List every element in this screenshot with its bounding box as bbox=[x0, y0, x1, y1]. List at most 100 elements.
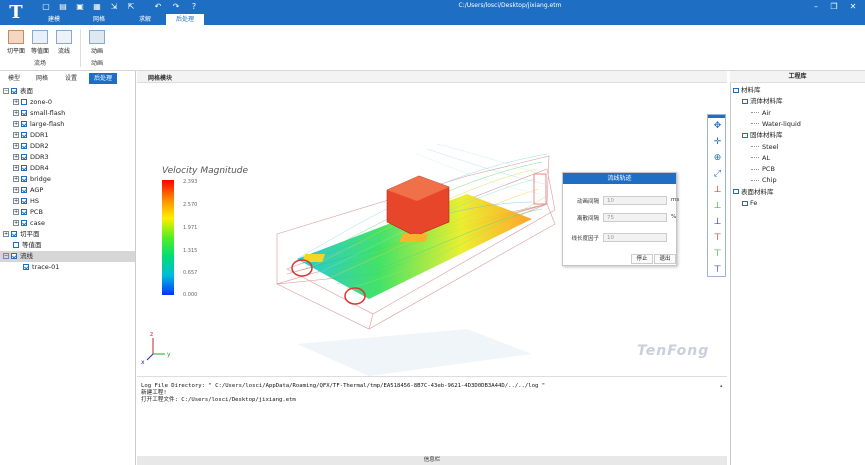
exit-button[interactable]: 退出 bbox=[654, 254, 676, 264]
tree-item[interactable]: 等值面 bbox=[0, 240, 135, 251]
import-icon[interactable]: ⇲ bbox=[108, 2, 120, 12]
toolbar-handle[interactable] bbox=[708, 115, 725, 118]
new-file-icon[interactable]: ▢ bbox=[40, 2, 52, 12]
expand-toggle-icon[interactable]: + bbox=[13, 132, 19, 138]
tree-item[interactable]: + DDR3 bbox=[0, 152, 135, 163]
stop-button[interactable]: 停止 bbox=[631, 254, 653, 264]
expand-toggle-icon[interactable]: + bbox=[13, 99, 19, 105]
tree-item[interactable]: trace-01 bbox=[0, 262, 135, 273]
visibility-checkbox[interactable] bbox=[21, 198, 27, 204]
expand-toggle-icon[interactable]: + bbox=[13, 198, 19, 204]
expand-toggle-icon[interactable]: − bbox=[3, 253, 9, 259]
tree-item[interactable]: + AGP bbox=[0, 185, 135, 196]
visibility-checkbox[interactable] bbox=[21, 99, 27, 105]
tree-item[interactable]: + large-flash bbox=[0, 119, 135, 130]
view-z-icon[interactable]: ⊥ bbox=[711, 216, 724, 228]
library-item[interactable]: Air bbox=[733, 108, 771, 119]
expand-toggle-icon[interactable]: + bbox=[13, 176, 19, 182]
tree-item[interactable]: + DDR1 bbox=[0, 130, 135, 141]
console-scrollbar[interactable]: ▴ bbox=[720, 384, 725, 456]
fit-view-icon[interactable]: ⤢ bbox=[711, 168, 724, 180]
expand-toggle-icon[interactable]: + bbox=[13, 209, 19, 215]
export-icon[interactable]: ⇱ bbox=[125, 2, 137, 12]
tree-item[interactable]: + PCB bbox=[0, 207, 135, 218]
visibility-checkbox[interactable] bbox=[23, 264, 29, 270]
tab-modeling[interactable]: 建模 bbox=[35, 14, 73, 25]
cut-plane-button[interactable]: 切平面 bbox=[5, 30, 27, 56]
view-neg-y-icon[interactable]: ⊤ bbox=[711, 248, 724, 260]
streamline-button[interactable]: 流线 bbox=[53, 30, 75, 56]
view-x-icon[interactable]: ⊥ bbox=[711, 184, 724, 196]
visibility-checkbox[interactable] bbox=[21, 176, 27, 182]
library-item[interactable]: 表面材料库 bbox=[733, 187, 774, 198]
library-item[interactable]: 材料库 bbox=[733, 85, 761, 96]
visibility-checkbox[interactable] bbox=[21, 121, 27, 127]
undo-icon[interactable]: ↶ bbox=[152, 2, 164, 12]
visibility-checkbox[interactable] bbox=[11, 231, 17, 237]
tab-grid[interactable]: 网格 bbox=[31, 73, 53, 84]
expand-toggle-icon[interactable]: + bbox=[13, 143, 19, 149]
tab-model[interactable]: 模型 bbox=[3, 73, 25, 84]
library-item[interactable]: Fe bbox=[733, 198, 757, 209]
expand-toggle-icon[interactable]: + bbox=[13, 121, 19, 127]
isosurface-button[interactable]: 等值面 bbox=[29, 30, 51, 56]
rotate-icon[interactable]: ✥ bbox=[711, 120, 724, 132]
tree-item[interactable]: + case bbox=[0, 218, 135, 229]
visibility-checkbox[interactable] bbox=[21, 154, 27, 160]
tree-item[interactable]: + 切平面 bbox=[0, 229, 135, 240]
visibility-checkbox[interactable] bbox=[21, 220, 27, 226]
expand-toggle-icon[interactable]: + bbox=[13, 154, 19, 160]
animation-button[interactable]: 动画 bbox=[86, 30, 108, 56]
library-item[interactable]: PCB bbox=[733, 164, 775, 175]
save-as-icon[interactable]: ▦ bbox=[91, 2, 103, 12]
redo-icon[interactable]: ↷ bbox=[170, 2, 182, 12]
tree-item[interactable]: + bridge bbox=[0, 174, 135, 185]
view-neg-z-icon[interactable]: ⊤ bbox=[711, 264, 724, 276]
tab-solve[interactable]: 求解 bbox=[126, 14, 164, 25]
tree-item[interactable]: + DDR4 bbox=[0, 163, 135, 174]
library-item[interactable]: Water-liquid bbox=[733, 119, 801, 130]
save-icon[interactable]: ▣ bbox=[74, 2, 86, 12]
expand-toggle-icon[interactable]: + bbox=[13, 187, 19, 193]
restore-icon[interactable]: ❐ bbox=[828, 2, 840, 12]
library-item[interactable]: Chip bbox=[733, 175, 777, 186]
library-item[interactable]: 流体材料库 bbox=[733, 96, 783, 107]
interval-input[interactable]: 10 bbox=[603, 196, 667, 205]
expand-toggle-icon[interactable]: + bbox=[13, 165, 19, 171]
tree-item[interactable]: + zone-0 bbox=[0, 97, 135, 108]
visibility-checkbox[interactable] bbox=[21, 143, 27, 149]
view-y-icon[interactable]: ⊥ bbox=[711, 200, 724, 212]
discrete-input[interactable]: 75 bbox=[603, 213, 667, 222]
tab-post[interactable]: 后处理 bbox=[89, 73, 117, 84]
visibility-checkbox[interactable] bbox=[21, 187, 27, 193]
visibility-checkbox[interactable] bbox=[21, 165, 27, 171]
expand-toggle-icon[interactable]: + bbox=[3, 231, 9, 237]
zoom-icon[interactable]: ⊕ bbox=[711, 152, 724, 164]
log-console[interactable]: Log File Directory: " C:/Users/losci/App… bbox=[137, 376, 727, 456]
open-file-icon[interactable]: ▤ bbox=[57, 2, 69, 12]
visibility-checkbox[interactable] bbox=[11, 88, 17, 94]
library-item[interactable]: 固体材料库 bbox=[733, 130, 783, 141]
visibility-checkbox[interactable] bbox=[13, 242, 19, 248]
minimize-icon[interactable]: – bbox=[810, 2, 822, 12]
visibility-checkbox[interactable] bbox=[21, 132, 27, 138]
tree-item[interactable]: − 表面 bbox=[0, 86, 135, 97]
scroll-up-icon[interactable]: ▴ bbox=[720, 384, 725, 389]
tree-item[interactable]: + DDR2 bbox=[0, 141, 135, 152]
visibility-checkbox[interactable] bbox=[21, 110, 27, 116]
tab-mesh[interactable]: 网格 bbox=[80, 14, 118, 25]
expand-toggle-icon[interactable]: + bbox=[13, 110, 19, 116]
expand-toggle-icon[interactable]: − bbox=[3, 88, 9, 94]
library-item[interactable]: AL bbox=[733, 153, 770, 164]
tree-item[interactable]: + HS bbox=[0, 196, 135, 207]
expand-toggle-icon[interactable]: + bbox=[13, 220, 19, 226]
tab-postprocess[interactable]: 后处理 bbox=[166, 14, 204, 25]
tree-item[interactable]: + small-flash bbox=[0, 108, 135, 119]
visibility-checkbox[interactable] bbox=[21, 209, 27, 215]
tab-settings[interactable]: 设置 bbox=[59, 73, 83, 84]
length-factor-input[interactable]: 10 bbox=[603, 233, 667, 242]
tree-item[interactable]: − 流线 bbox=[0, 251, 135, 262]
close-icon[interactable]: ✕ bbox=[847, 2, 859, 12]
pan-icon[interactable]: ✛ bbox=[711, 136, 724, 148]
help-icon[interactable]: ? bbox=[188, 2, 200, 12]
